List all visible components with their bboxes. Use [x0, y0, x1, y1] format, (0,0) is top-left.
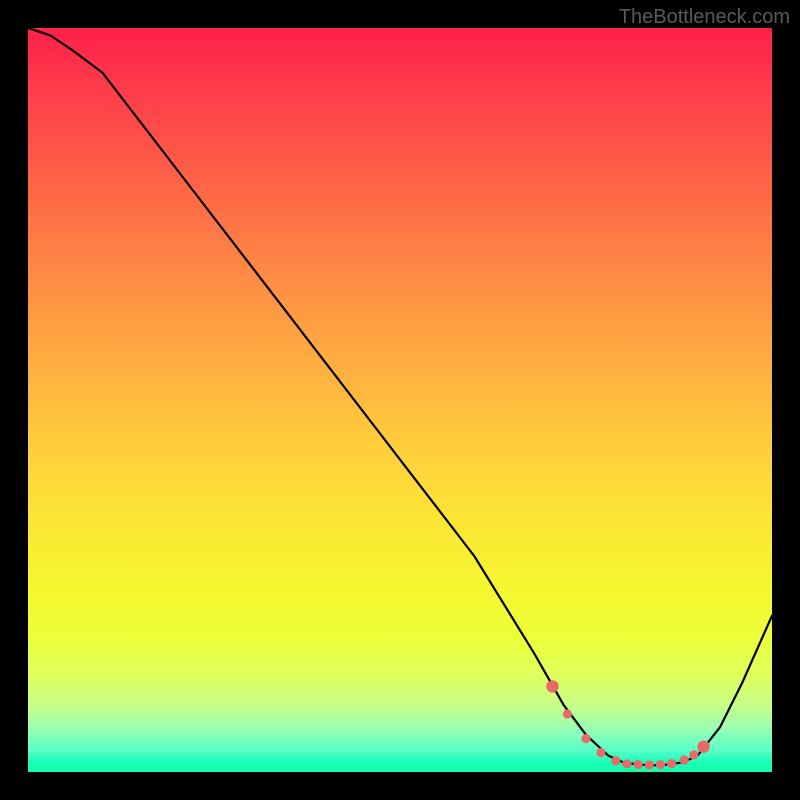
marker-dot [563, 709, 572, 718]
marker-dot [680, 756, 689, 765]
marker-dot [546, 680, 558, 692]
bottleneck-curve [28, 28, 772, 765]
marker-dot [633, 760, 642, 769]
marker-dot [622, 759, 631, 768]
marker-dot [596, 748, 605, 757]
marker-dot [656, 760, 665, 769]
marker-dots [546, 680, 709, 769]
marker-dot [645, 760, 654, 769]
marker-dot [581, 734, 590, 743]
marker-dot [697, 741, 709, 753]
marker-dot [667, 759, 676, 768]
marker-dot [611, 756, 620, 765]
chart-svg [28, 28, 772, 772]
marker-dot [689, 750, 698, 759]
watermark-text: TheBottleneck.com [619, 6, 790, 29]
plot-area [28, 28, 772, 772]
